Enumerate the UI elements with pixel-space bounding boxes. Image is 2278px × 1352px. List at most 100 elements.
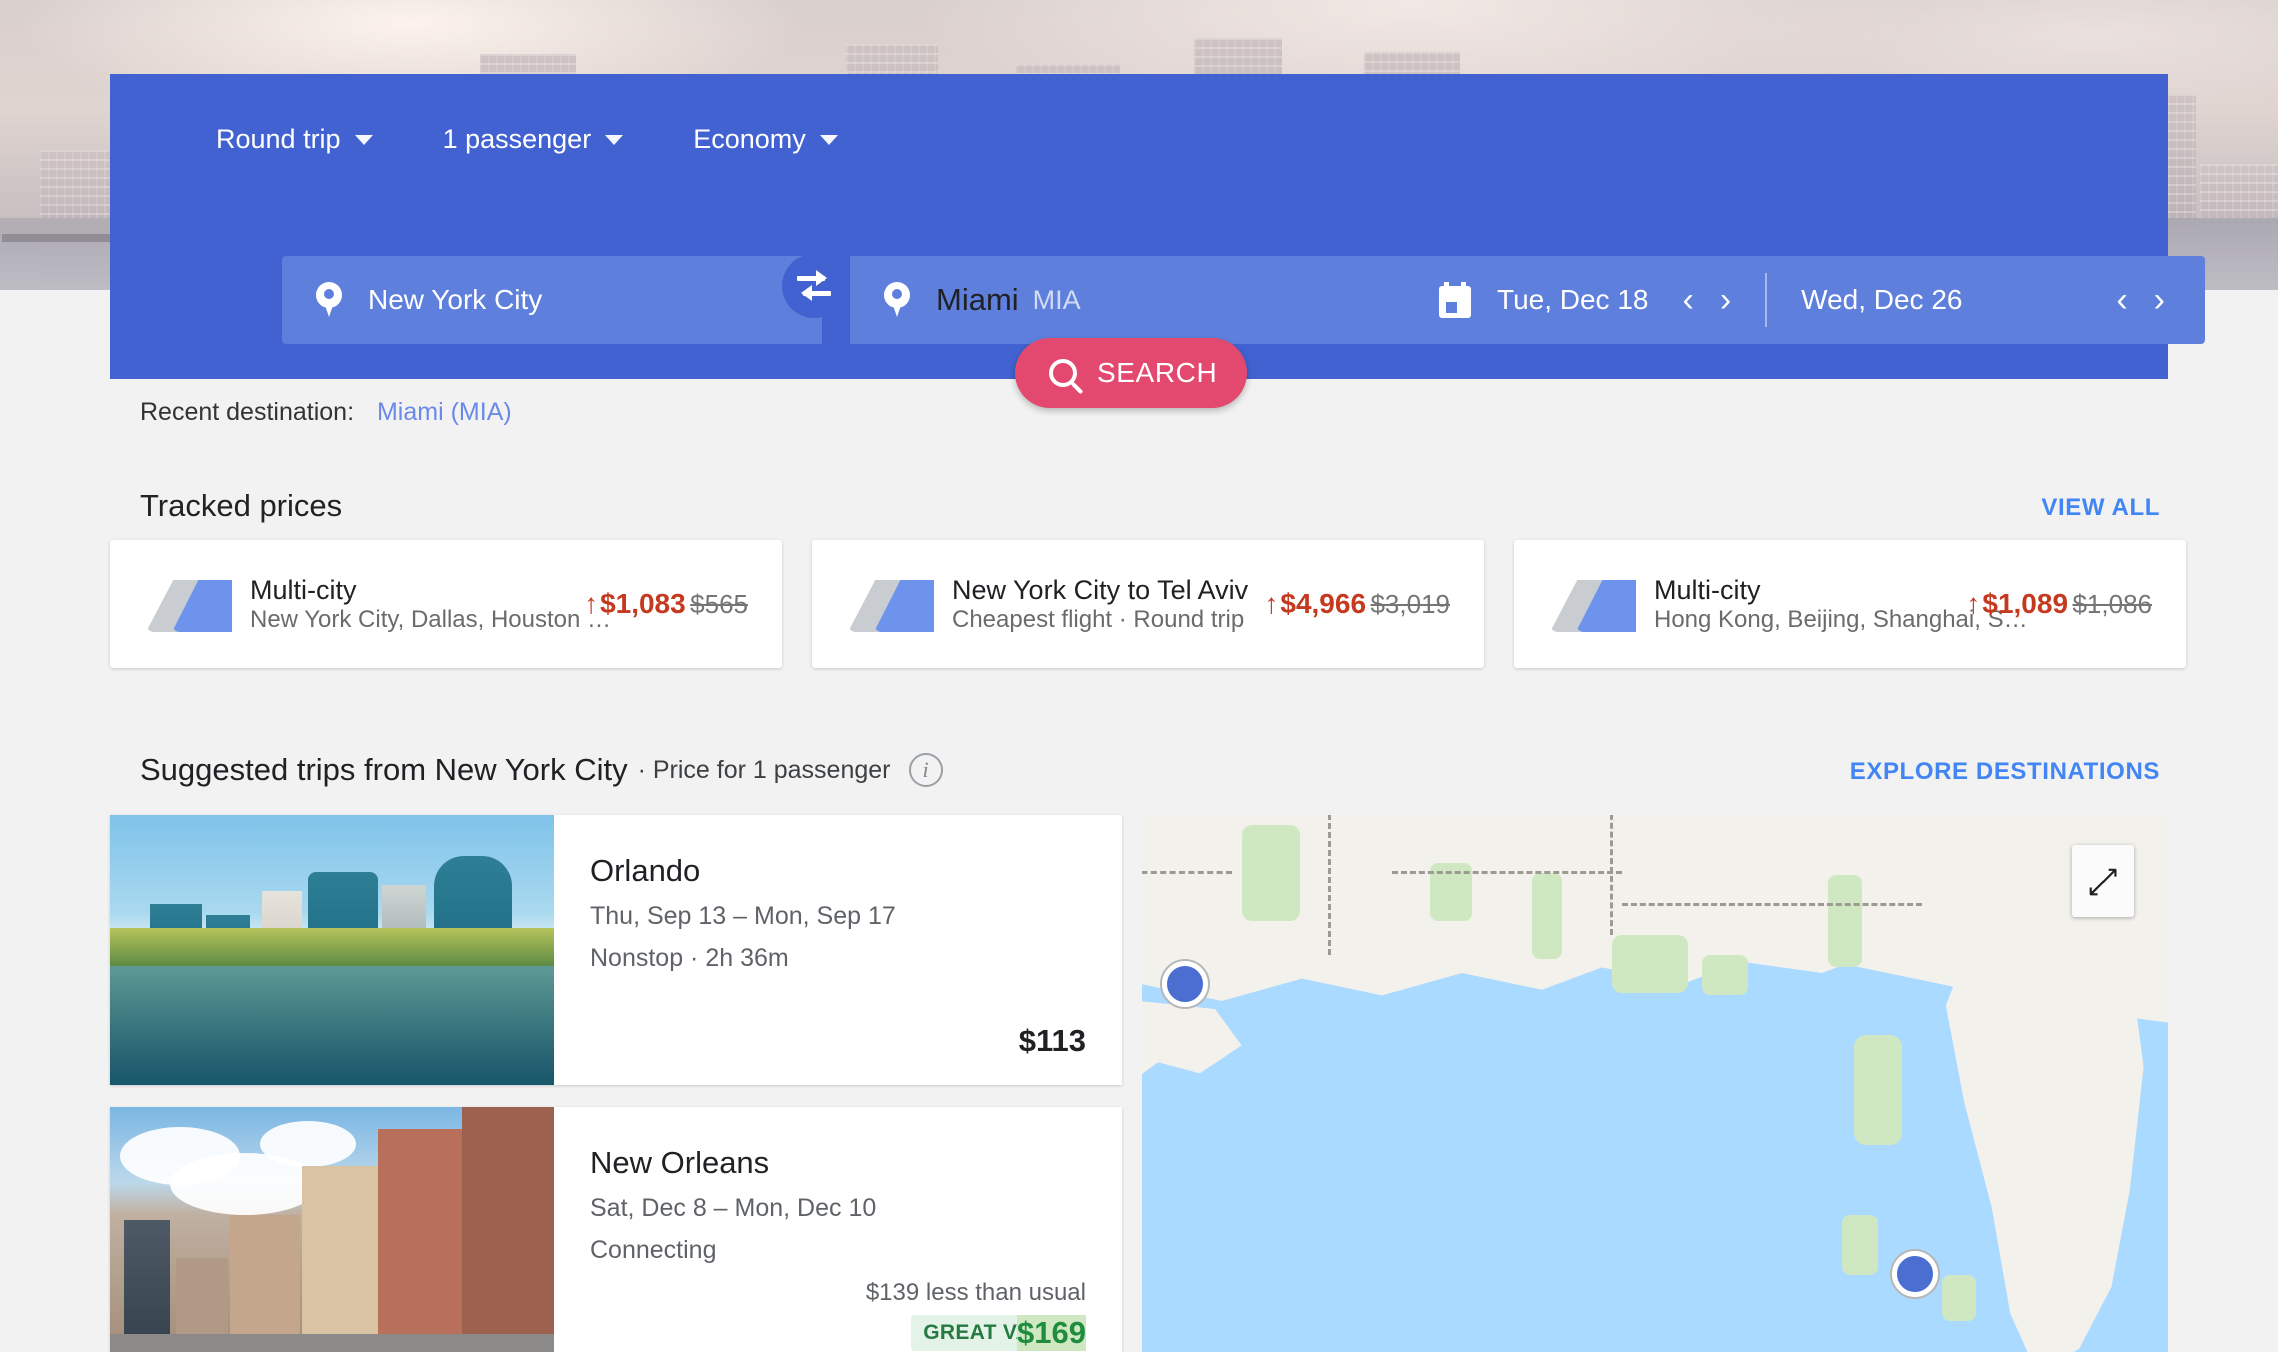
chevron-down-icon	[605, 134, 624, 145]
tracked-prices-list: Multi-city New York City, Dallas, Housto…	[110, 540, 2186, 668]
suggested-trip-card[interactable]: New Orleans Sat, Dec 8 – Mon, Dec 10 Con…	[110, 1107, 1122, 1352]
arrow-up-icon: ↑	[584, 588, 599, 619]
trip-price-block: $139 less than usual GREAT VALUE $169	[866, 1279, 1086, 1351]
passengers-selector[interactable]: 1 passenger	[429, 116, 638, 163]
suggested-trips-subheading: · Price for 1 passenger	[637, 755, 891, 784]
trip-stops: Connecting	[590, 1236, 717, 1264]
trip-type-selector[interactable]: Round trip	[202, 116, 387, 163]
trip-price-row: GREAT VALUE $169	[866, 1315, 1086, 1351]
arrow-up-icon: ↑	[1264, 588, 1279, 619]
trip-dates: Sat, Dec 8 – Mon, Dec 10	[590, 1194, 877, 1222]
map-green-area	[1612, 935, 1688, 993]
trip-stops: Nonstop · 2h 36m	[590, 944, 789, 972]
depart-prev-day-button[interactable]: ‹	[1682, 283, 1693, 317]
tracked-card-prices: ↑$1,083 $565	[584, 588, 782, 620]
arrow-southwest-icon: ↙	[2086, 872, 2108, 902]
trip-price: $113	[1018, 1023, 1086, 1058]
trip-dates: Thu, Sep 13 – Mon, Sep 17	[590, 902, 896, 930]
suggested-trip-card[interactable]: Orlando Thu, Sep 13 – Mon, Sep 17 Nonsto…	[110, 815, 1122, 1085]
search-button[interactable]: SEARCH	[1015, 338, 1247, 408]
trip-price-row: $113	[1019, 1023, 1086, 1059]
date-divider	[1765, 273, 1768, 327]
airplane-tail-icon	[848, 576, 934, 632]
chevron-down-icon	[819, 134, 838, 145]
destination-input[interactable]: Miami MIA	[850, 256, 1420, 344]
passengers-label: 1 passenger	[442, 124, 592, 154]
info-icon[interactable]: i	[908, 753, 943, 787]
tracked-price-card[interactable]: Multi-city Hong Kong, Beijing, Shanghai,…	[1514, 540, 2186, 668]
destination-value: Miami	[936, 282, 1019, 317]
map-state-border	[1392, 871, 1622, 874]
map-green-area	[1842, 1215, 1878, 1275]
orlando-details: Orlando Thu, Sep 13 – Mon, Sep 17 Nonsto…	[554, 815, 1122, 1085]
origin-input[interactable]: New York City	[282, 256, 822, 344]
tracked-card-info: New York City to Tel Aviv Cheapest fligh…	[952, 575, 1264, 634]
tracked-old-price: $3,019	[1370, 589, 1450, 619]
tracked-card-title: Multi-city	[1654, 574, 1761, 605]
trip-destination: Orlando	[590, 853, 701, 888]
tracked-card-info: Multi-city New York City, Dallas, Housto…	[250, 575, 611, 634]
new-orleans-details: New Orleans Sat, Dec 8 – Mon, Dec 10 Con…	[554, 1107, 1122, 1352]
map-green-area	[1854, 1035, 1902, 1145]
tracked-new-price-value: $1,089	[1982, 588, 2069, 619]
depart-next-day-button[interactable]: ›	[1720, 283, 1731, 317]
new-orleans-thumbnail	[110, 1107, 554, 1352]
recent-destination-link[interactable]: Miami (MIA)	[377, 398, 512, 426]
search-icon	[1049, 359, 1077, 387]
trip-price: $169	[1017, 1315, 1086, 1351]
map-green-area	[1942, 1275, 1976, 1321]
location-pin-icon	[316, 282, 342, 318]
map-land-delta	[1142, 995, 1242, 1093]
origin-value: New York City	[368, 284, 543, 315]
airplane-tail-icon	[146, 576, 232, 632]
map-marker-new-orleans[interactable]	[1162, 961, 1208, 1007]
map-green-area	[1828, 875, 1862, 967]
return-next-day-button[interactable]: ›	[2154, 283, 2165, 317]
orlando-thumbnail	[110, 815, 554, 1085]
return-date-value[interactable]: Wed, Dec 26	[1801, 284, 1962, 316]
chevron-down-icon	[354, 134, 373, 145]
explore-destinations-link[interactable]: EXPLORE DESTINATIONS	[1850, 758, 2160, 786]
search-options-row: Round trip 1 passenger Economy	[202, 116, 852, 163]
return-prev-day-button[interactable]: ‹	[2116, 283, 2127, 317]
tracked-card-info: Multi-city Hong Kong, Beijing, Shanghai,…	[1654, 574, 2028, 634]
tracked-card-prices: ↑$4,966 $3,019	[1264, 588, 1484, 620]
destination-airport-code: MIA	[1032, 284, 1081, 315]
tracked-card-title: New York City to Tel Aviv	[952, 574, 1249, 605]
suggested-trips-heading: Suggested trips from New York City	[140, 752, 628, 787]
view-all-link[interactable]: VIEW ALL	[2041, 494, 2160, 522]
calendar-icon	[1439, 282, 1471, 318]
trip-destination: New Orleans	[590, 1145, 770, 1180]
search-button-label: SEARCH	[1097, 357, 1218, 388]
orlando-photo	[110, 815, 554, 1085]
tracked-card-subtitle: New York City, Dallas, Houston …	[250, 605, 612, 633]
tracked-new-price: ↑$1,089	[1966, 588, 2068, 619]
destinations-map[interactable]: ↗ ↙	[1142, 815, 2168, 1352]
tracked-price-card[interactable]: Multi-city New York City, Dallas, Housto…	[110, 540, 782, 668]
price-comparison-note: $139 less than usual	[865, 1279, 1086, 1306]
tracked-price-card[interactable]: New York City to Tel Aviv Cheapest fligh…	[812, 540, 1484, 668]
cabin-class-label: Economy	[693, 124, 806, 154]
new-orleans-photo	[110, 1107, 554, 1352]
location-fields: New York City Miami MIA	[282, 256, 1420, 344]
recent-destination: Recent destination: Miami (MIA)	[140, 398, 512, 427]
suggested-trips-header: Suggested trips from New York City · Pri…	[140, 752, 943, 788]
date-fields: Tue, Dec 18 ‹ › Wed, Dec 26 ‹ ›	[1405, 256, 2205, 344]
suggested-trips-list: Orlando Thu, Sep 13 – Mon, Sep 17 Nonsto…	[110, 815, 1122, 1352]
map-green-area	[1702, 955, 1748, 995]
arrow-up-icon: ↑	[1966, 588, 1981, 619]
map-state-border	[1622, 903, 1922, 906]
search-panel: Round trip 1 passenger Economy New York …	[110, 74, 2205, 379]
swap-locations-button[interactable]	[782, 254, 846, 318]
tracked-new-price-value: $4,966	[1280, 588, 1367, 619]
cabin-class-selector[interactable]: Economy	[679, 116, 852, 163]
depart-date-value[interactable]: Tue, Dec 18	[1497, 284, 1648, 316]
map-marker-orlando[interactable]	[1892, 1251, 1938, 1297]
expand-map-button[interactable]: ↗ ↙	[2072, 845, 2134, 917]
location-pin-icon	[884, 282, 910, 318]
tracked-prices-heading: Tracked prices	[140, 488, 343, 523]
tracked-card-subtitle: Cheapest flight · Round trip	[952, 605, 1245, 633]
tracked-old-price: $1,086	[2072, 589, 2152, 619]
swap-arrows-icon	[797, 270, 831, 301]
map-state-border	[1142, 871, 1232, 874]
